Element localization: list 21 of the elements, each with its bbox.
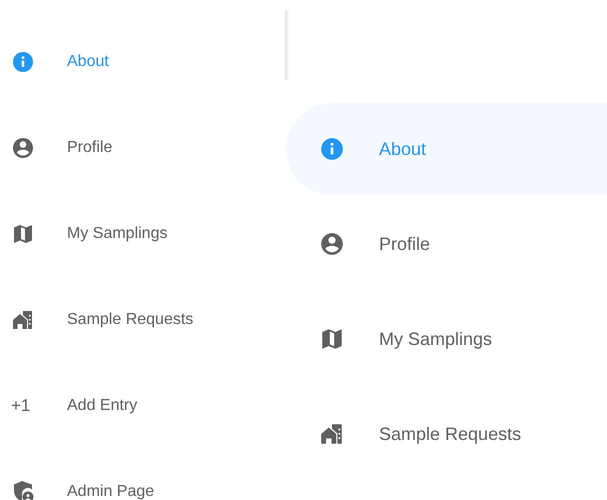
house-icon — [11, 308, 35, 332]
account-icon — [11, 136, 35, 160]
menu-item[interactable]: About — [67, 52, 109, 72]
menu-item[interactable]: My Samplings — [67, 224, 168, 244]
menu-item-background[interactable]: Profile — [286, 198, 607, 290]
menu-item[interactable]: Admin Page — [67, 482, 154, 500]
info-icon — [319, 136, 345, 162]
menu-item-label: Sample Requests — [379, 422, 522, 446]
shield-icon — [11, 480, 35, 500]
menu-item-label: About — [379, 138, 426, 160]
info-icon — [11, 50, 35, 74]
map-icon — [11, 222, 35, 246]
account-icon — [319, 231, 345, 257]
menu-item-background[interactable]: My Samplings — [286, 293, 607, 385]
menu-item[interactable]: Profile — [67, 138, 112, 158]
menu-item-label: Profile — [379, 232, 430, 256]
menu-item[interactable]: Sample Requests — [67, 310, 194, 330]
menu-item-label: My Samplings — [379, 328, 492, 351]
plus-one-icon: +1 — [11, 394, 35, 418]
menu-item[interactable]: Add Entry — [67, 396, 138, 416]
menu-item-background[interactable]: Sample Requests — [286, 388, 607, 480]
